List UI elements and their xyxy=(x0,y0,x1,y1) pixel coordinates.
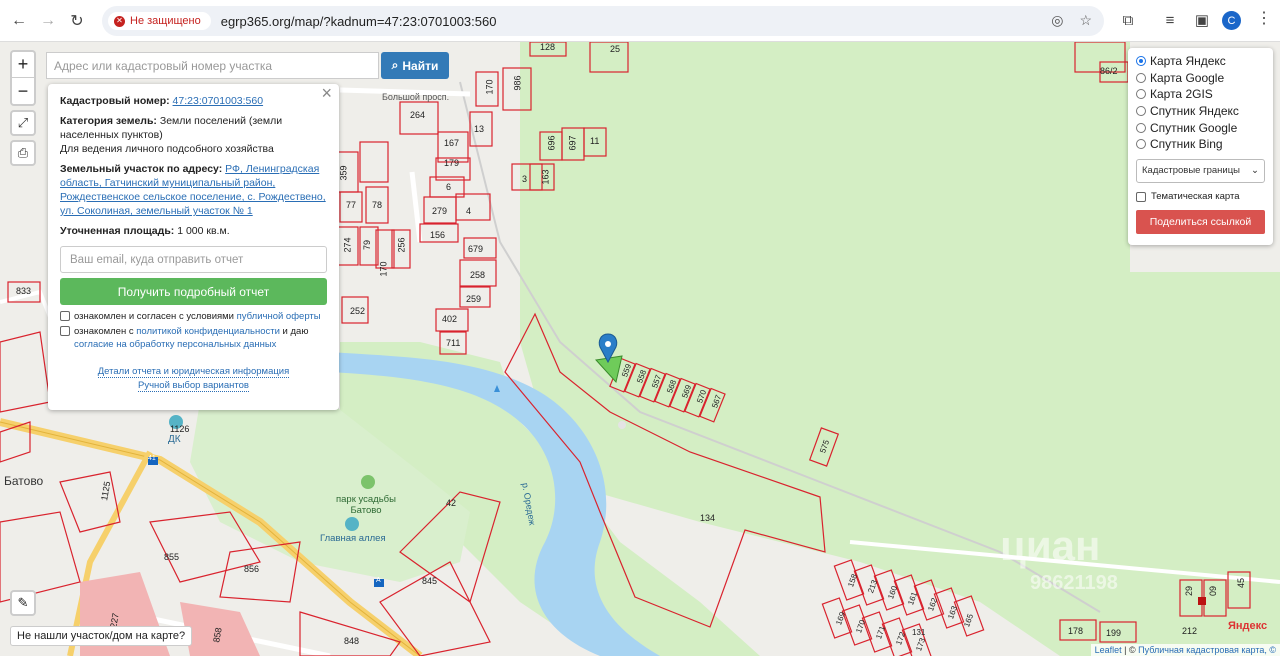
layer-option[interactable]: Карта 2GIS xyxy=(1136,86,1265,103)
privacy-consent: ознакомлен с политикой конфиденциальност… xyxy=(60,325,327,351)
thematic-checkbox[interactable] xyxy=(1136,191,1146,202)
usage-text: Для ведения личного подсобного хозяйства xyxy=(60,143,274,155)
offer-checkbox[interactable] xyxy=(60,311,70,321)
cadastral-link[interactable]: 47:23:0701003:560 xyxy=(173,95,264,107)
offer-link[interactable]: публичной оферты xyxy=(237,311,321,322)
layer-option[interactable]: Карта Google xyxy=(1136,70,1265,87)
forward-icon[interactable]: → xyxy=(33,6,63,36)
layers-panel: Карта Яндекс Карта Google Карта 2GIS Спу… xyxy=(1128,48,1273,245)
leaflet-link[interactable]: Leaflet xyxy=(1095,645,1122,655)
map-attribution: Leaflet | © Публичная кадастровая карта,… xyxy=(1090,644,1280,656)
offer-consent: ознакомлен и согласен с условиями публич… xyxy=(60,310,327,323)
category-row: Категория земель: Земли поселений (земли… xyxy=(60,115,283,141)
side-panel-icon[interactable]: ▣ xyxy=(1188,6,1216,34)
pkk-link[interactable]: Публичная кадастровая карта, © xyxy=(1138,645,1276,655)
warning-icon: ✕ xyxy=(114,15,125,27)
share-link-button[interactable]: Поделиться ссылкой xyxy=(1136,209,1265,234)
url-text[interactable]: egrp365.org/map/?kadnum=47:23:0701003:56… xyxy=(221,14,497,29)
menu-kebab-icon[interactable]: ⋮ xyxy=(1256,8,1272,28)
print-icon[interactable]: ⎙ xyxy=(10,140,36,166)
thematic-toggle[interactable]: Тематическая карта xyxy=(1136,191,1265,202)
reload-icon[interactable]: ↻ xyxy=(62,6,92,36)
privacy-link[interactable]: политикой конфиденциальности xyxy=(136,326,280,337)
get-report-button[interactable]: Получить подробный отчет xyxy=(60,278,327,305)
layer-option[interactable]: Карта Яндекс xyxy=(1136,53,1265,70)
area-row: Уточненная площадь: 1 000 кв.м. xyxy=(60,225,230,237)
browser-toolbar: ← → ↻ ✕ Не защищено egrp365.org/map/?kad… xyxy=(0,0,1280,42)
search-input[interactable]: Адрес или кадастровый номер участка xyxy=(46,52,379,79)
security-indicator[interactable]: ✕ Не защищено xyxy=(108,12,211,30)
manual-select-link[interactable]: Ручной выбор вариантов xyxy=(138,380,249,392)
watermark-text: циан xyxy=(1000,522,1101,569)
media-control-icon[interactable]: ≡ xyxy=(1156,6,1184,34)
search-icon: ⌕ xyxy=(391,58,399,72)
radio[interactable] xyxy=(1136,106,1146,117)
zoom-out-button[interactable]: − xyxy=(12,78,34,104)
privacy-checkbox[interactable] xyxy=(60,326,70,336)
back-icon[interactable]: ← xyxy=(4,6,34,36)
email-field[interactable]: Ваш email, куда отправить отчет xyxy=(60,246,327,273)
data-processing-link[interactable]: согласие на обработку персональных данны… xyxy=(74,339,276,350)
layer-option[interactable]: Спутник Bing xyxy=(1136,136,1265,153)
radio[interactable] xyxy=(1136,122,1146,133)
not-found-button[interactable]: Не нашли участок/дом на карте? xyxy=(10,626,193,646)
fullscreen-icon[interactable]: ⤢ xyxy=(10,110,36,136)
yandex-logo: Яндекс xyxy=(1228,620,1268,632)
details-link[interactable]: Детали отчета и юридическая информация xyxy=(97,366,290,378)
report-links: Детали отчета и юридическая информация Р… xyxy=(60,365,327,393)
address-bar[interactable]: ✕ Не защищено egrp365.org/map/?kadnum=47… xyxy=(102,6,1104,36)
radio[interactable] xyxy=(1136,89,1146,100)
overlay-select[interactable]: Кадастровые границы ⌄ xyxy=(1136,158,1265,183)
zoom-control: + − xyxy=(10,50,36,106)
plot-info-panel: × Кадастровый номер: 47:23:0701003:560 К… xyxy=(48,84,339,410)
radio[interactable] xyxy=(1136,139,1146,150)
profile-avatar[interactable]: C xyxy=(1222,11,1241,30)
extensions-icon[interactable]: ⧉ xyxy=(1114,6,1142,34)
layer-option[interactable]: Спутник Google xyxy=(1136,119,1265,136)
bookmark-star-icon[interactable]: ☆ xyxy=(1079,12,1092,29)
radio[interactable] xyxy=(1136,72,1146,83)
map-canvas[interactable]: Большой просп. Батово парк усадьбы Батов… xyxy=(0,42,1280,656)
cadastral-row: Кадастровый номер: 47:23:0701003:560 xyxy=(60,95,264,107)
layer-option[interactable]: Спутник Яндекс xyxy=(1136,103,1265,120)
eye-off-icon[interactable]: ◎ xyxy=(1051,12,1063,29)
address-row: Земельный участок по адресу: РФ, Ленингр… xyxy=(60,163,326,217)
ruler-icon[interactable]: ✎ xyxy=(10,590,36,616)
search-button[interactable]: ⌕ Найти xyxy=(381,52,449,79)
chevron-down-icon: ⌄ xyxy=(1251,165,1259,177)
radio-selected[interactable] xyxy=(1136,56,1146,67)
zoom-in-button[interactable]: + xyxy=(12,52,34,78)
watermark-phone: 98621198 xyxy=(1030,572,1118,594)
close-icon[interactable]: × xyxy=(321,84,332,102)
